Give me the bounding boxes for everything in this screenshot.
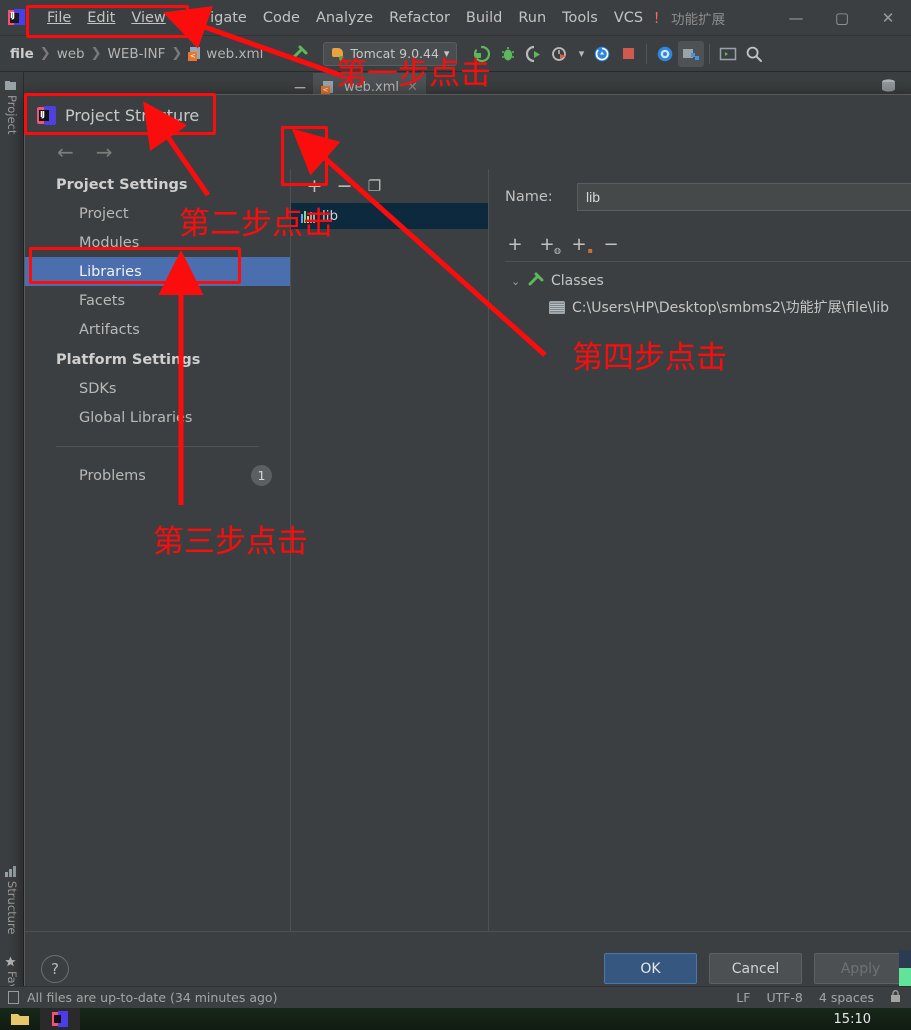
annotation-overlay — [143, 6, 547, 505]
annotation-arrow-step1 — [163, 6, 341, 78]
screen: IJ File Edit View Navigate Code Analyze … — [0, 0, 911, 1030]
annotation-arrow-step2 — [143, 101, 211, 197]
annotation-arrow-step4 — [291, 128, 547, 357]
